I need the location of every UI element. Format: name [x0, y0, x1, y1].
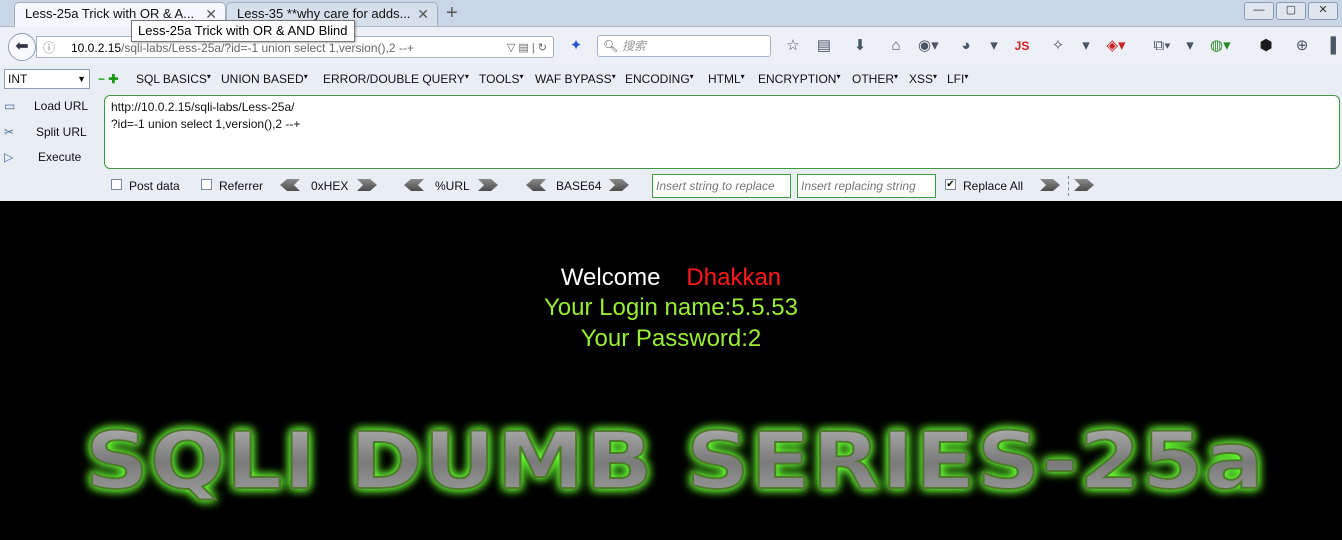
- base64-label: BASE64: [556, 179, 602, 193]
- type-select[interactable]: INT ▼: [4, 69, 90, 89]
- menu-lfi[interactable]: LFI▾: [947, 72, 968, 86]
- replace-all-label: Replace All: [963, 179, 1024, 193]
- hex-decode-button[interactable]: [280, 179, 300, 191]
- menu-union-based[interactable]: UNION BASED▾: [221, 72, 308, 86]
- banner-text: SQLI DUMB SERIES-25a: [85, 417, 1265, 507]
- shield-icon[interactable]: ◈▾: [1106, 37, 1126, 55]
- base64-encode-button[interactable]: [609, 179, 629, 191]
- dropdown-icon[interactable]: ▾: [984, 37, 1004, 55]
- menu-error-double-query[interactable]: ERROR/DOUBLE QUERY▾: [323, 72, 469, 86]
- url-encode-button[interactable]: [478, 179, 498, 191]
- dropdown-icon[interactable]: ▾: [1076, 37, 1096, 55]
- post-data-checkbox[interactable]: [111, 179, 122, 190]
- address-dropdown-icon[interactable]: ▽ ▤ | ↻: [507, 37, 547, 59]
- web-icon[interactable]: ⬢: [1256, 37, 1276, 55]
- home-icon[interactable]: ⌂: [886, 37, 906, 55]
- minus-plus-icon[interactable]: − ✚: [98, 72, 118, 86]
- addon-icon[interactable]: ◉▾: [918, 37, 939, 55]
- url-decode-button[interactable]: [404, 179, 424, 191]
- new-tab-button[interactable]: +: [446, 2, 458, 24]
- login-name-line: Your Login name:5.5.53: [544, 294, 798, 321]
- replace-all-checkbox[interactable]: ✔: [945, 179, 956, 190]
- globe-icon[interactable]: ⊕: [1292, 37, 1312, 55]
- minimize-button[interactable]: —: [1244, 2, 1274, 20]
- play-icon: ▷: [4, 150, 14, 164]
- hex-label: 0xHEX: [311, 179, 349, 193]
- split-url-button[interactable]: ✂ Split URL: [4, 125, 87, 139]
- hackbar-options-row: Post data Referrer 0xHEX %URL BASE64 Ins…: [0, 174, 1342, 198]
- dropdown-icon[interactable]: ▾: [1180, 37, 1200, 55]
- referrer-checkbox[interactable]: [201, 179, 212, 190]
- load-url-icon: ▭: [4, 99, 16, 113]
- base64-decode-button[interactable]: [526, 179, 546, 191]
- chrome-icon[interactable]: ◍▾: [1210, 37, 1231, 55]
- page-content: Welcome Dhakkan Your Login name:5.5.53 Yo…: [0, 201, 1342, 540]
- replace-string-input[interactable]: Insert string to replace: [652, 174, 791, 198]
- download-icon[interactable]: ⬇: [850, 37, 870, 55]
- close-window-button[interactable]: ✕: [1308, 2, 1338, 20]
- bookmark-star-icon[interactable]: ☆: [783, 37, 803, 55]
- menu-html[interactable]: HTML▾: [708, 72, 745, 86]
- back-button[interactable]: ⬅: [8, 33, 36, 61]
- menu-encoding[interactable]: ENCODING▾: [625, 72, 694, 86]
- search-input[interactable]: 🔍︎ 搜索: [597, 35, 771, 57]
- menu-other[interactable]: OTHER▾: [852, 72, 898, 86]
- series-banner: SQLI DUMB SERIES-25a: [84, 416, 1265, 508]
- post-data-label: Post data: [129, 179, 180, 193]
- close-tab-icon[interactable]: ✕: [417, 3, 429, 25]
- chevron-down-icon: ▼: [77, 74, 86, 84]
- site-info-icon[interactable]: ⓘ: [43, 37, 55, 59]
- welcome-text: Welcome: [560, 264, 661, 291]
- menu-waf-bypass[interactable]: WAF BYPASS▾: [535, 72, 616, 86]
- menu-xss[interactable]: XSS▾: [909, 72, 937, 86]
- separator: [1068, 176, 1069, 196]
- load-url-button[interactable]: ▭ Load URL: [4, 99, 88, 113]
- welcome-line: Welcome Dhakkan: [0, 263, 1342, 293]
- tab-label: Less-25a Trick with OR & A...: [25, 6, 195, 21]
- clipboard-icon[interactable]: ⧉▾: [1152, 37, 1172, 55]
- menu-tools[interactable]: TOOLS▾: [479, 72, 523, 86]
- menu-encryption[interactable]: ENCRYPTION▾: [758, 72, 840, 86]
- back-arrow-icon: ⬅: [15, 38, 29, 55]
- menu-sql-basics[interactable]: SQL BASICS▾: [136, 72, 211, 86]
- url-encode-label: %URL: [435, 179, 470, 193]
- replace-button[interactable]: [1040, 179, 1060, 191]
- pocket-icon[interactable]: ✦: [566, 37, 586, 55]
- replace-next-button[interactable]: [1074, 179, 1094, 191]
- hex-encode-button[interactable]: [357, 179, 377, 191]
- tab-label: Less-35 **why care for adds...: [237, 6, 411, 21]
- browser-chrome: Less-25a Trick with OR & A... ✕ Less-35 …: [0, 0, 1342, 201]
- search-icon: 🔍︎: [603, 39, 619, 53]
- hackbar-toolbar: INT ▼ − ✚ SQL BASICS▾ UNION BASED▾ ERROR…: [0, 67, 1342, 93]
- palette-icon[interactable]: ◕: [956, 37, 976, 55]
- url-textarea[interactable]: http://10.0.2.15/sqli-labs/Less-25a/ ?id…: [104, 95, 1340, 169]
- replacing-string-input[interactable]: Insert replacing string: [797, 174, 936, 198]
- tool-icon[interactable]: ✧: [1048, 37, 1068, 55]
- password-line: Your Password:2: [580, 325, 762, 352]
- referrer-label: Referrer: [219, 179, 264, 193]
- url-line-1: http://10.0.2.15/sqli-labs/Less-25a/: [111, 100, 295, 114]
- tab-tooltip: Less-25a Trick with OR & AND Blind: [131, 20, 355, 42]
- menu-icon[interactable]: ▌: [1326, 37, 1342, 55]
- reading-list-icon[interactable]: ▤: [814, 37, 834, 55]
- window-controls: — ▢ ✕: [1242, 0, 1338, 20]
- url-line-2: ?id=-1 union select 1,version(),2 --+: [111, 117, 301, 131]
- execute-button[interactable]: ▷ Execute: [4, 150, 81, 164]
- maximize-button[interactable]: ▢: [1276, 2, 1306, 20]
- user-name: Dhakkan: [686, 264, 782, 291]
- scissors-icon: ✂: [4, 125, 15, 139]
- js-icon[interactable]: JS: [1012, 37, 1032, 55]
